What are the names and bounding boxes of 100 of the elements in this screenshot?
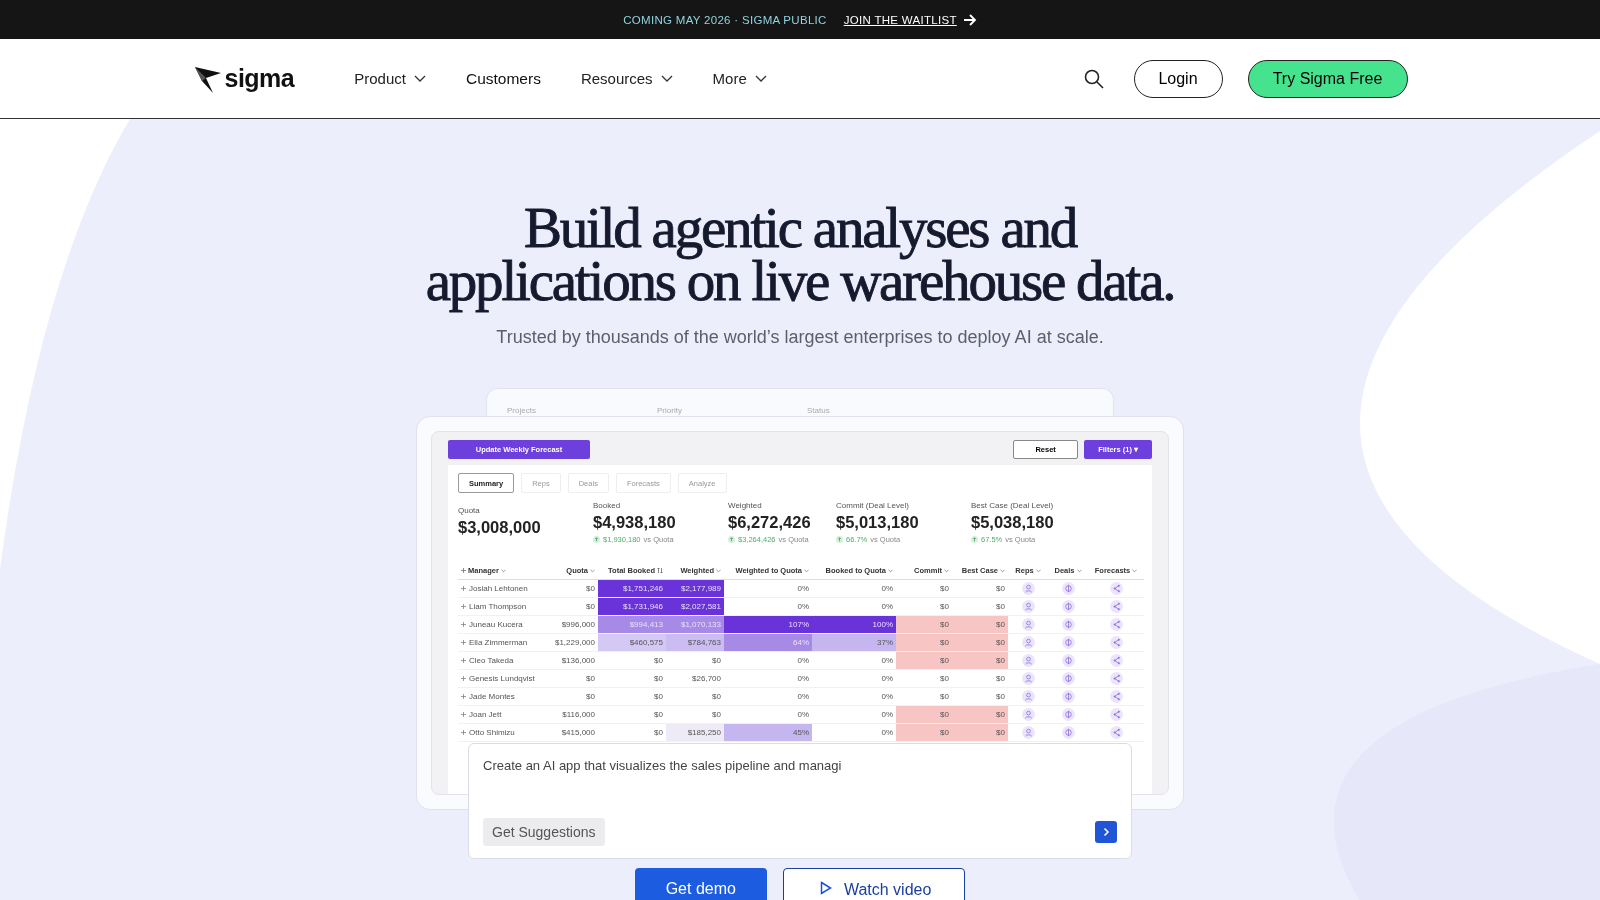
person-icon[interactable] [1021, 582, 1035, 595]
coin-icon[interactable] [1061, 708, 1075, 721]
table-cell: $0 [542, 670, 598, 688]
table-cell: $185,250 [666, 724, 724, 742]
manager-name: Liam Thompson [469, 602, 527, 611]
table-cell: $784,763 [666, 634, 724, 652]
plus-icon [461, 676, 466, 681]
share-icon[interactable] [1109, 690, 1123, 703]
table-cell: $0 [896, 634, 952, 652]
caret-icon [1132, 568, 1138, 573]
kpi-label: Best Case (Deal Level) [971, 501, 1055, 510]
kpi-label: Quota [458, 506, 481, 515]
caret-icon [804, 568, 809, 573]
table-cell: $136,000 [542, 652, 598, 670]
nav-link[interactable]: Customers [465, 69, 541, 88]
coin-icon[interactable] [1061, 618, 1075, 631]
share-icon[interactable] [1109, 654, 1123, 667]
table-cell: 0% [724, 652, 812, 670]
field-label: Projects [507, 406, 537, 416]
up-arrow-icon [971, 536, 978, 543]
person-icon[interactable] [1021, 636, 1035, 649]
nav-link[interactable]: More [712, 70, 767, 87]
caret-icon [1000, 568, 1005, 573]
manager-name: Ella Zimmerman [469, 638, 528, 647]
share-icon[interactable] [1109, 636, 1123, 649]
share-icon[interactable] [1109, 726, 1123, 739]
kpi-label: Booked [593, 501, 622, 510]
table-cell: $415,000 [542, 724, 598, 742]
table-cell: $0 [896, 670, 952, 688]
plus-icon [461, 730, 466, 735]
table-cell: $1,751,246 [598, 580, 666, 598]
table-cell: $0 [598, 688, 666, 706]
suggestions-button[interactable]: Get Suggestions [483, 818, 605, 846]
action-button[interactable]: Watch video [782, 868, 966, 900]
caret-icon [1035, 568, 1041, 573]
table-cell: $1,070,133 [666, 616, 724, 634]
coin-icon[interactable] [1061, 582, 1075, 595]
coin-icon[interactable] [1061, 654, 1075, 667]
plus-icon [461, 694, 466, 699]
manager-name: Juneau Kucera [469, 620, 523, 629]
nav-link[interactable]: Resources [580, 70, 673, 87]
coin-icon[interactable] [1061, 672, 1075, 685]
manager-name: Genesis Lundqvist [469, 674, 535, 683]
person-icon[interactable] [1021, 726, 1035, 739]
kpi-value: $3,008,000 [458, 518, 542, 537]
person-icon[interactable] [1021, 708, 1035, 721]
share-icon[interactable] [1109, 582, 1123, 595]
manager-name: Otto Shimizu [469, 728, 515, 737]
table-cell: $0 [896, 580, 952, 598]
try-free-button[interactable]: Try Sigma Free [1247, 59, 1408, 98]
table-cell: $0 [952, 652, 1008, 670]
waitlist-link[interactable]: JOIN THE WAITLIST [843, 13, 957, 26]
caret-icon [888, 568, 893, 573]
table-cell: 107% [724, 616, 812, 634]
coin-icon[interactable] [1061, 690, 1075, 703]
table-cell: $460,575 [598, 634, 666, 652]
kpi-value: $4,938,180 [593, 513, 677, 532]
action-button[interactable]: Get demo [634, 868, 767, 900]
hero-subtitle: Trusted by thousands of the world’s largest enterprises to deploy AI at scale. [496, 327, 1104, 348]
nav-link[interactable]: Product [354, 70, 426, 87]
up-arrow-icon [728, 536, 735, 543]
table-cell: $0 [896, 616, 952, 634]
table-cell: 0% [812, 670, 896, 688]
share-icon[interactable] [1109, 708, 1123, 721]
table-cell: 0% [724, 688, 812, 706]
person-icon[interactable] [1021, 654, 1035, 667]
person-icon[interactable] [1021, 618, 1035, 631]
table-cell: $0 [952, 724, 1008, 742]
table-cell: $0 [952, 616, 1008, 634]
table-cell: $0 [896, 724, 952, 742]
up-arrow-icon [593, 536, 600, 543]
plus-icon [461, 568, 466, 573]
logo-text[interactable]: sigma [224, 64, 295, 93]
chevron-right-icon [1101, 827, 1111, 837]
table-cell: $0 [598, 670, 666, 688]
plus-icon [461, 712, 466, 717]
coin-icon[interactable] [1061, 600, 1075, 613]
person-icon[interactable] [1021, 672, 1035, 685]
field-label: Status [807, 406, 831, 416]
play-icon [819, 881, 832, 895]
table-cell: $0 [598, 652, 666, 670]
manager-name: Joan Jett [469, 710, 502, 719]
person-icon[interactable] [1021, 600, 1035, 613]
submit-button[interactable] [1095, 821, 1117, 843]
share-icon[interactable] [1109, 618, 1123, 631]
prompt-field[interactable]: Create an AI app that visualizes the sales pipeline and managi [483, 758, 1117, 773]
table-cell: $116,000 [542, 706, 598, 724]
caret-icon [716, 568, 721, 573]
person-icon[interactable] [1021, 690, 1035, 703]
table-cell: $0 [666, 688, 724, 706]
search-icon[interactable] [1083, 68, 1104, 89]
share-icon[interactable] [1109, 600, 1123, 613]
coin-icon[interactable] [1061, 726, 1075, 739]
hero-title: Build agentic analyses and applications on live warehouse data. [424, 195, 1176, 314]
caret-icon [944, 568, 949, 573]
coin-icon[interactable] [1061, 636, 1075, 649]
login-button[interactable]: Login [1133, 59, 1223, 98]
table-cell: $2,027,581 [666, 598, 724, 616]
plus-icon [461, 604, 466, 609]
share-icon[interactable] [1109, 672, 1123, 685]
